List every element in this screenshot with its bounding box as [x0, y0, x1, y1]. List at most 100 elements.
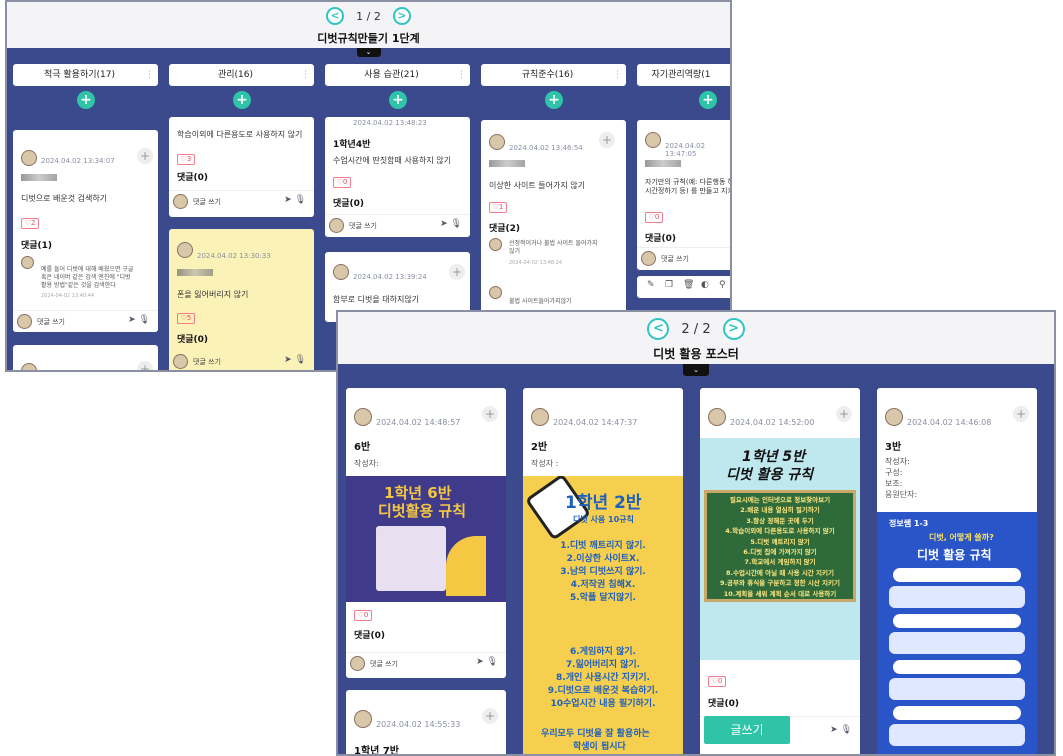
column-title: 규칙준수(16)	[521, 70, 574, 80]
post-date: 2024.04.02 13:39:24	[353, 273, 427, 281]
more-icon[interactable]: ⋮	[613, 64, 622, 86]
write-post-button[interactable]: 글쓰기	[704, 716, 790, 744]
avatar	[354, 710, 372, 728]
post-date: 2024.04.02 14:55:33	[376, 720, 461, 729]
like-button[interactable]: ♡0	[333, 177, 351, 188]
comment-write-bar[interactable]: 댓글 쓰기 ➤ 🎙	[169, 351, 314, 370]
avatar	[489, 238, 502, 251]
next-page-button[interactable]: >	[392, 7, 411, 25]
send-icon[interactable]: ➤ 🎙	[830, 725, 852, 735]
column-header-5[interactable]: 자기관리역량(1	[637, 64, 730, 86]
copy-icon[interactable]: ❐	[665, 280, 673, 290]
send-icon[interactable]: ➤ 🎙	[476, 657, 498, 667]
poster-answer	[889, 632, 1025, 654]
post-card[interactable]: 2024.04.02 13:46:54 + 이상한 사이트 들어가지 않기 ♡1…	[481, 120, 626, 320]
add-post-button[interactable]: +	[389, 91, 407, 109]
like-button[interactable]: ♡0	[645, 212, 663, 223]
rule-item: 2.이상한 사이트X.	[566, 554, 640, 564]
post-body: 디벗으로 배운것 검색하기	[21, 194, 108, 203]
post-author: 작성자 :	[531, 459, 559, 468]
post-card[interactable]: 2024.04.02 13:47:05 자기만의 규칙(예: 다른행동 하 시간…	[637, 120, 730, 270]
rule-item: 3.항상 정해둔 곳에 두기	[746, 516, 814, 525]
avatar	[708, 408, 726, 426]
add-post-button[interactable]: +	[699, 91, 717, 109]
send-icon[interactable]: ➤ 🎙	[284, 195, 306, 205]
write-comment-label: 댓글 쓰기	[370, 660, 398, 668]
rule-item: 8.개인 사용시간 지키기.	[556, 673, 650, 683]
write-comment-label: 댓글 쓰기	[193, 198, 221, 206]
post-card[interactable]: +	[13, 345, 158, 370]
comment-date: 2024-04-02 13:48:24	[509, 260, 563, 266]
prev-page-button[interactable]: <	[326, 7, 345, 25]
next-page-button[interactable]: >	[722, 318, 745, 340]
add-post-button[interactable]: +	[233, 91, 251, 109]
pin-icon[interactable]: ⚲	[719, 280, 726, 290]
add-icon[interactable]: +	[482, 708, 498, 724]
comment-count: 댓글(0)	[708, 699, 740, 709]
comment-write-bar[interactable]: 댓글 쓰기 ➤ 🎙	[13, 310, 158, 332]
rule-item: 필요시에는 인터넷으로 정보찾아보기	[729, 496, 831, 504]
post-card[interactable]: 학습이외에 다른용도로 사용하지 않기 ♡3 댓글(0) 댓글 쓰기 ➤ 🎙	[169, 117, 314, 217]
comment-write-bar[interactable]: 댓글 쓰기 ➤ 🎙	[169, 190, 314, 212]
palette-icon[interactable]: ◐	[701, 280, 709, 290]
rule-item: 9.공부와 휴식을 구분하고 정한 시산 지키기	[720, 579, 840, 588]
like-button[interactable]: ♡5	[177, 313, 195, 324]
like-button[interactable]: ♡3	[177, 154, 195, 165]
pager: < 2 / 2 >	[338, 318, 1054, 340]
post-card[interactable]: 2024.04.02 14:48:57 + 6반 작성자: 1학년 6반 디벗활…	[346, 388, 506, 678]
poster-rules-a: 1.디벗 깨트리지 않기. 2.이상한 사이트X. 3.남의 디벗쓰지 않기. …	[523, 540, 683, 605]
add-icon[interactable]: +	[482, 406, 498, 422]
post-date: 2024.04.02 13:48:23	[353, 119, 427, 127]
add-icon[interactable]: +	[1013, 406, 1029, 422]
post-card[interactable]: 2024.04.02 14:46:08 + 3반 작성자: 구성: 보조: 응원…	[877, 388, 1037, 754]
like-button[interactable]: ♡0	[354, 610, 372, 621]
add-post-button[interactable]: +	[545, 91, 563, 109]
send-icon[interactable]: ➤ 🎙	[440, 219, 462, 229]
poster-footer: 우리모두 디벗을 잘 활용하는	[541, 729, 650, 739]
like-button[interactable]: ♡1	[489, 202, 507, 213]
column-header-2[interactable]: 관리(16) ⋮	[169, 64, 314, 86]
comment-write-bar[interactable]: 댓글 쓰기 ➤ 🎙	[346, 652, 506, 674]
add-icon[interactable]: +	[137, 148, 153, 164]
poster-rule-box	[376, 526, 446, 591]
add-post-button[interactable]: +	[77, 91, 95, 109]
comment-count: 댓글(0)	[354, 631, 386, 641]
send-icon[interactable]: ➤ 🎙	[284, 355, 306, 365]
avatar	[489, 134, 505, 150]
add-icon[interactable]: +	[449, 264, 465, 280]
collapse-toggle-button[interactable]: ⌄	[356, 48, 381, 57]
like-button[interactable]: ♡2	[21, 218, 39, 229]
more-icon[interactable]: ⋮	[301, 64, 310, 86]
post-date: 2024.04.02 13:34:07	[41, 157, 115, 165]
post-date: 2024.04.02 13:46:54	[509, 144, 583, 152]
avatar	[645, 132, 661, 148]
collapse-toggle-button[interactable]: ⌄	[683, 364, 709, 376]
prev-page-button[interactable]: <	[647, 318, 670, 340]
like-button[interactable]: ♡0	[708, 676, 726, 687]
post-card[interactable]: 2024.04.02 13:34:07 + 디벗으로 배운것 검색하기 ♡2 댓…	[13, 130, 158, 332]
delete-icon[interactable]: 🗑	[683, 280, 694, 290]
post-card[interactable]: 2024.04.02 14:52:00 + 1학년 5반 디벗 활용 규칙 필요…	[700, 388, 860, 754]
add-icon[interactable]: +	[599, 132, 615, 148]
post-body: 이상한 사이트 들어가지 않기	[489, 181, 585, 190]
send-icon[interactable]: ➤ 🎙	[128, 315, 150, 325]
avatar	[17, 314, 32, 329]
post-card[interactable]: 2024.04.02 13:48:23 1학년4반 수업시간에 딴짓함때 사용하…	[325, 117, 470, 237]
poster-title: 1학년 2반	[565, 493, 642, 513]
column-header-3[interactable]: 사용 습관(21) ⋮	[325, 64, 470, 86]
post-card[interactable]: 2024.04.02 14:47:37 2반 작성자 : 1학년 2반 디벗 사…	[523, 388, 683, 754]
poster-footer-2: 학생이 됩시다	[573, 742, 626, 752]
add-icon[interactable]: +	[836, 406, 852, 422]
post-card[interactable]: 2024.04.02 14:55:33 + 1학년 7반	[346, 690, 506, 754]
comment-write-bar[interactable]: 댓글 쓰기 ➤ 🎙	[325, 214, 470, 236]
more-icon[interactable]: ⋮	[457, 64, 466, 86]
column-header-1[interactable]: 적극 활용하기(17) ⋮	[13, 64, 158, 86]
more-icon[interactable]: ⋮	[145, 64, 154, 86]
edit-icon[interactable]: ✎	[647, 280, 655, 290]
add-icon[interactable]: +	[137, 361, 153, 370]
comment-write-bar[interactable]: 댓글 쓰기	[637, 247, 730, 269]
comment-count: 댓글(0)	[177, 335, 209, 345]
post-card[interactable]: 2024.04.02 13:30:33 폰을 잃어버리지 않기 ♡5 댓글(0)…	[169, 229, 314, 370]
poster-image: 1학년 2반 디벗 사용 10규칙 1.디벗 깨트리지 않기. 2.이상한 사이…	[523, 476, 683, 754]
column-header-4[interactable]: 규칙준수(16) ⋮	[481, 64, 626, 86]
